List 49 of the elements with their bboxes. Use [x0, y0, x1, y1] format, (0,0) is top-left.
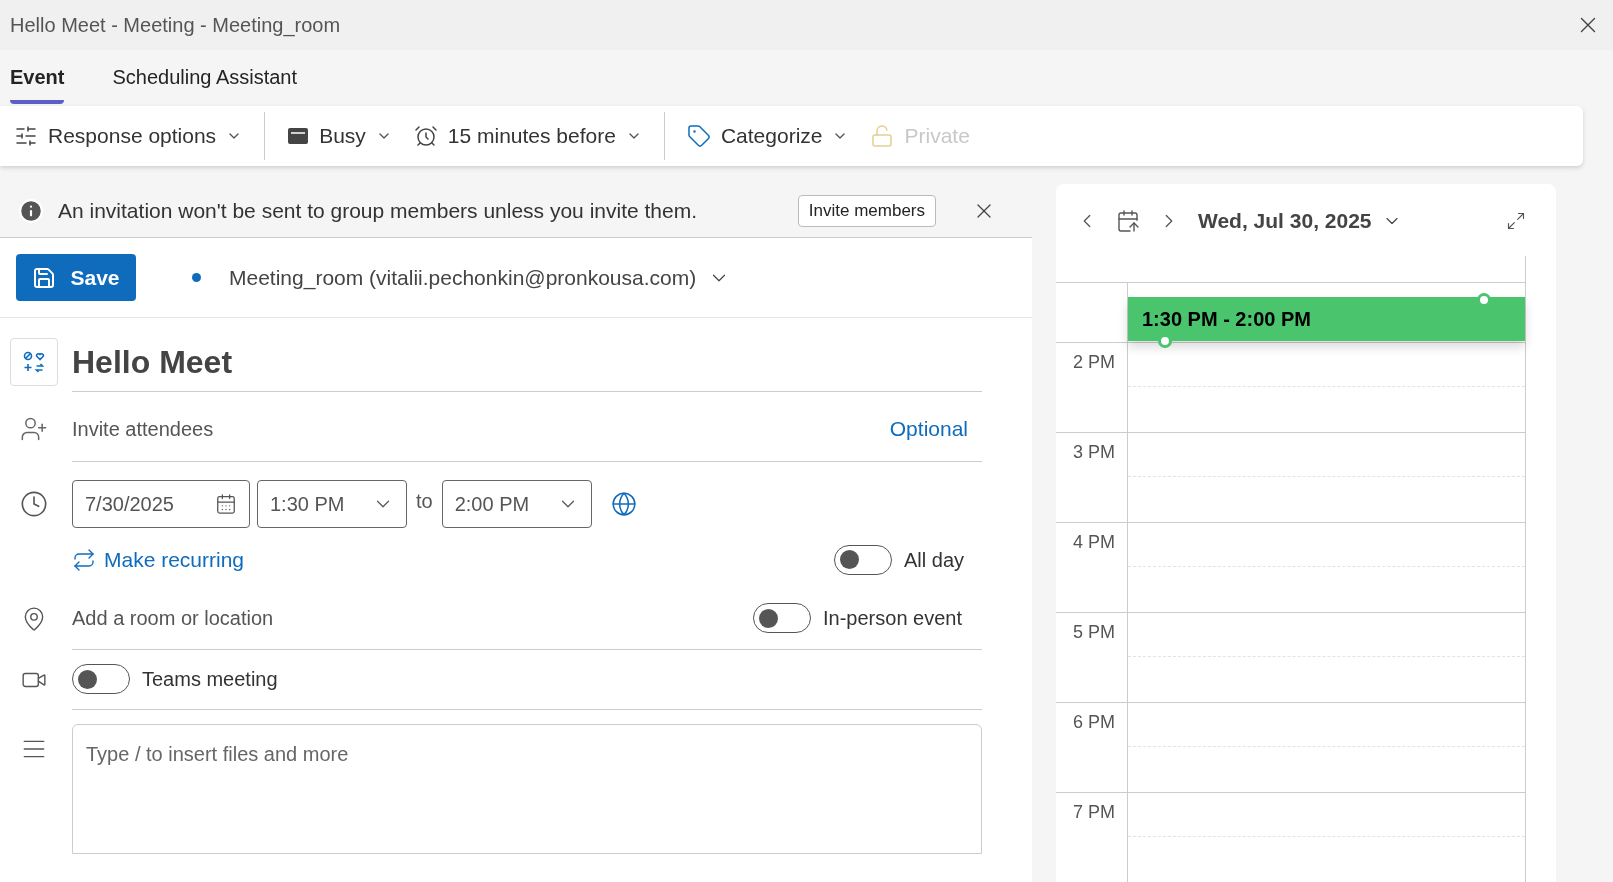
optional-link[interactable]: Optional	[889, 412, 968, 445]
busy-icon	[287, 127, 310, 145]
end-time-dropdown[interactable]: 2:00 PM	[441, 480, 592, 528]
resize-handle[interactable]	[1158, 334, 1172, 348]
start-time-dropdown[interactable]: 1:30 PM	[257, 480, 407, 528]
event-block[interactable]: 1:30 PM - 2:00 PM	[1128, 297, 1525, 341]
teams-meeting-toggle[interactable]	[72, 664, 130, 694]
hour-label: 2 PM	[1073, 351, 1115, 374]
banner-message: An invitation won't be sent to group members unless you invite them.	[58, 197, 698, 224]
hour-label: 6 PM	[1073, 711, 1115, 734]
hour-label: 5 PM	[1073, 621, 1115, 644]
calendar-icon	[215, 493, 237, 515]
body-editor[interactable]: Type / to insert files and more	[72, 723, 982, 854]
tag-icon	[686, 124, 711, 148]
hour-label: 4 PM	[1073, 531, 1115, 554]
location-input[interactable]: Add a room or location	[72, 603, 274, 633]
date-dropdown[interactable]: Wed, Jul 30, 2025	[1198, 205, 1402, 237]
hour-label: 3 PM	[1073, 441, 1115, 464]
calendar-today-icon[interactable]	[1116, 209, 1140, 233]
date-field[interactable]: 7/30/2025	[72, 480, 250, 528]
all-day-toggle[interactable]	[833, 544, 892, 575]
hour-label: 7 PM	[1073, 801, 1115, 824]
to-label: to	[416, 489, 433, 514]
window-title: Hello Meet - Meeting - Meeting_room	[10, 13, 341, 39]
make-recurring-link[interactable]: Make recurring	[72, 544, 245, 576]
info-icon	[18, 197, 44, 224]
toolbar-dropdown[interactable]: 15 minutes before	[413, 120, 642, 152]
repeat-icon	[72, 547, 96, 572]
event-title[interactable]: Hello Meet	[72, 337, 233, 386]
toggle-label: Teams meeting	[142, 667, 278, 692]
tab[interactable]: Scheduling Assistant	[112, 62, 298, 104]
sliders-icon	[14, 124, 38, 148]
in-person-toggle[interactable]	[753, 603, 811, 633]
expand-icon[interactable]	[1506, 211, 1526, 231]
category-icon[interactable]	[10, 338, 58, 386]
toggle-label: All day	[903, 547, 964, 573]
attendees-input[interactable]: Invite attendees	[72, 413, 214, 444]
save-button[interactable]: Save	[16, 254, 136, 301]
alarm-clock-icon	[413, 124, 438, 148]
toolbar-dropdown[interactable]: Busy	[287, 120, 392, 152]
resize-handle[interactable]	[1477, 293, 1491, 307]
calendar-dropdown[interactable]: Meeting_room (vitalii.pechonkin@pronkousa.com)	[229, 261, 731, 294]
save-icon	[32, 265, 57, 290]
padlock-icon	[870, 124, 895, 148]
invite-members-button[interactable]: Invite members	[797, 194, 936, 227]
toggle-label: In-person event	[823, 606, 962, 631]
toolbar-dropdown[interactable]: Categorize	[686, 120, 849, 152]
toolbar-dropdown[interactable]: Response options	[14, 120, 243, 152]
globe-icon[interactable]	[610, 491, 637, 517]
